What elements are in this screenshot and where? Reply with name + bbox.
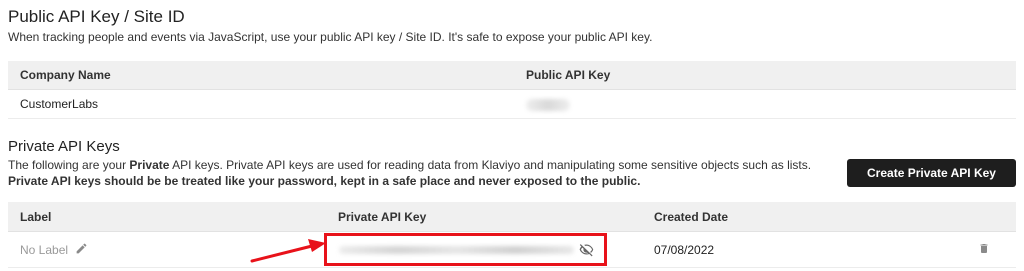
public-api-key-value-redacted[interactable] [526,90,570,119]
description-prefix: The following are your [8,158,130,172]
private-api-warning: Private API keys should be be treated li… [8,174,641,188]
arrow-icon [250,238,328,269]
label-cell: No Label [20,232,88,268]
column-header-company-name: Company Name [20,68,111,82]
label-value: No Label [20,243,69,257]
table-header-row: Label Private API Key Created Date [8,202,1016,232]
public-api-table: Company Name Public API Key CustomerLabs [8,61,1016,119]
column-header-public-api-key: Public API Key [526,68,611,82]
private-api-title: Private API Keys [8,138,120,155]
private-api-description: The following are your Private API keys.… [8,157,828,189]
create-private-api-key-button[interactable]: Create Private API Key [847,159,1016,187]
table-header-row: Company Name Public API Key [8,61,1016,90]
column-header-private-api-key: Private API Key [338,210,427,224]
eye-off-icon[interactable] [579,242,594,262]
created-date-value: 07/08/2022 [654,243,715,257]
redacted-private-key [339,246,574,254]
trash-icon[interactable] [978,242,990,260]
public-api-description: When tracking people and events via Java… [8,30,653,44]
public-api-title: Public API Key / Site ID [8,7,185,26]
description-suffix: API keys. Private API keys are used for … [169,158,812,172]
column-header-created-date: Created Date [654,210,729,224]
column-header-label: Label [20,210,52,224]
description-bold: Private [129,158,170,172]
private-api-key-field[interactable] [324,233,607,266]
table-row: CustomerLabs [8,90,1016,119]
company-name-value: CustomerLabs [20,97,99,111]
pencil-icon[interactable] [75,233,88,269]
redacted-key [526,98,570,111]
